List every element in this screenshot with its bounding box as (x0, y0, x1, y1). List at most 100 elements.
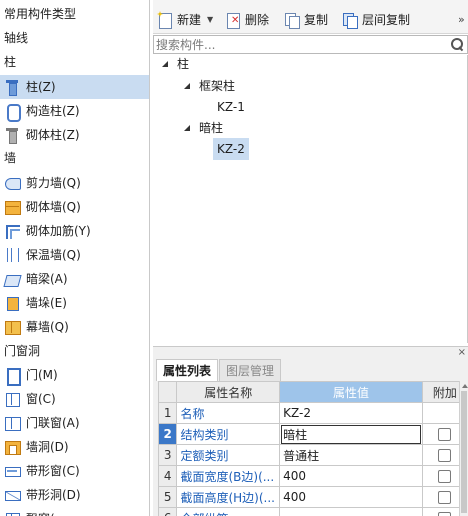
type-item-label: 带形洞(D) (26, 488, 81, 502)
type-item-window[interactable]: 窗(C) (0, 387, 149, 411)
column-header-name[interactable]: 属性名称 (176, 381, 281, 403)
tree-leaf-kz2[interactable]: KZ-2 (213, 138, 249, 160)
tree-node-label: 暗柱 (199, 121, 224, 135)
group-common-types[interactable]: 常用构件类型 (4, 4, 76, 24)
new-label: 新建 (177, 13, 202, 27)
property-value[interactable]: 400 (279, 486, 423, 508)
property-name: 结构类别 (176, 423, 281, 445)
curtain-wall-icon (4, 319, 21, 335)
collapse-arrow-icon[interactable] (183, 124, 191, 132)
constructional-column-icon (4, 103, 21, 122)
floor-copy-button[interactable]: 层间复制 (342, 10, 410, 30)
row-number: 1 (157, 402, 178, 424)
property-value[interactable]: KZ-2 (279, 402, 423, 424)
chevron-down-icon[interactable]: ▼ (207, 10, 213, 30)
additional-checkbox[interactable] (438, 512, 452, 516)
close-icon[interactable]: × (458, 348, 466, 358)
type-item-label: 剪力墙(Q) (26, 176, 81, 190)
search-input[interactable] (156, 36, 446, 53)
type-item-label: 保温墙(Q) (26, 248, 81, 262)
type-item-label: 飘窗(... (26, 507, 66, 516)
toolbar-overflow-button[interactable]: » (458, 10, 465, 30)
strip-window-icon (4, 463, 21, 479)
table-row[interactable]: 4 截面宽度(B边)(... 400 (157, 465, 468, 487)
type-item-constructional-column[interactable]: 构造柱(Z) (0, 99, 149, 123)
new-icon (157, 12, 173, 29)
tree-leaf-kz1[interactable]: KZ-1 (217, 96, 245, 118)
table-row[interactable]: 6 全部纵筋 (157, 507, 468, 516)
search-icon[interactable] (451, 38, 464, 51)
column-icon (4, 79, 20, 96)
type-item-shear-wall[interactable]: 剪力墙(Q) (0, 171, 149, 195)
row-number: 3 (157, 444, 178, 466)
delete-label: 删除 (245, 13, 270, 27)
tree-node-label: 框架柱 (199, 79, 236, 93)
type-item-strip-window[interactable]: 带形窗(C) (0, 459, 149, 483)
additional-checkbox[interactable] (438, 470, 452, 483)
property-value[interactable]: 暗柱 (279, 423, 423, 445)
tree-node-column[interactable]: 柱 (161, 53, 189, 75)
group-wall[interactable]: 墙 (4, 148, 16, 168)
type-item-label: 墙垛(E) (26, 296, 67, 310)
wall-opening-icon (4, 439, 21, 455)
property-value[interactable]: 普通柱 (279, 444, 423, 466)
type-item-door-window[interactable]: 门联窗(A) (0, 411, 149, 435)
new-button[interactable]: 新建 ▼ (157, 10, 213, 30)
type-item-label: 门(M) (26, 368, 58, 382)
component-toolbar: 新建 ▼ 删除 复制 层间复制 » (153, 0, 468, 34)
type-item-insulation-wall[interactable]: 保温墙(Q) (0, 243, 149, 267)
type-item-hidden-beam[interactable]: 暗梁(A) (0, 267, 149, 291)
group-door-window-opening[interactable]: 门窗洞 (4, 341, 40, 361)
floor-copy-icon (342, 12, 358, 29)
collapse-arrow-icon[interactable] (183, 82, 191, 90)
property-value[interactable]: 400 (279, 465, 423, 487)
floor-copy-label: 层间复制 (362, 13, 411, 27)
additional-checkbox[interactable] (438, 428, 452, 441)
type-item-label: 构造柱(Z) (26, 104, 80, 118)
type-item-strip-opening[interactable]: 带形洞(D) (0, 483, 149, 507)
search-box (153, 35, 468, 54)
property-name: 定额类别 (176, 444, 281, 466)
table-row[interactable]: 3 定额类别 普通柱 (157, 444, 468, 466)
door-window-icon (4, 415, 21, 431)
copy-label: 复制 (304, 13, 329, 27)
type-item-masonry-rebar[interactable]: 砌体加筋(Y) (0, 219, 149, 243)
property-panel: × 属性列表 图层管理 属性名称 属性值 附加 1 名称 KZ-2 2 结构类别… (153, 346, 468, 516)
type-item-wall-pier[interactable]: 墙垛(E) (0, 291, 149, 315)
type-item-masonry-wall[interactable]: 砌体墙(Q) (0, 195, 149, 219)
wall-pier-icon (4, 295, 20, 311)
property-value[interactable] (279, 507, 423, 516)
type-item-column[interactable]: 柱(Z) (0, 75, 149, 99)
type-item-wall-opening[interactable]: 墙洞(D) (0, 435, 149, 459)
copy-button[interactable]: 复制 (284, 10, 328, 30)
type-item-door[interactable]: 门(M) (0, 363, 149, 387)
masonry-rebar-icon (4, 223, 20, 239)
type-item-label: 砌体墙(Q) (26, 200, 81, 214)
table-row[interactable]: 2 结构类别 暗柱 (157, 423, 468, 445)
type-item-label: 幕墙(Q) (26, 320, 69, 334)
table-row[interactable]: 1 名称 KZ-2 (157, 402, 468, 424)
type-item-curtain-wall[interactable]: 幕墙(Q) (0, 315, 149, 339)
type-item-masonry-column[interactable]: 砌体柱(Z) (0, 123, 149, 147)
scrollbar-thumb[interactable] (461, 391, 467, 513)
tab-layer-management[interactable]: 图层管理 (219, 359, 282, 381)
group-axis[interactable]: 轴线 (4, 28, 28, 48)
vertical-scrollbar[interactable] (459, 381, 468, 516)
column-header-value[interactable]: 属性值 (279, 381, 423, 403)
collapse-arrow-icon[interactable] (161, 60, 169, 68)
additional-checkbox[interactable] (438, 449, 452, 462)
property-table: 属性名称 属性值 附加 1 名称 KZ-2 2 结构类别 暗柱 3 定额类别 普… (157, 381, 468, 516)
masonry-column-icon (4, 127, 20, 144)
insulation-wall-icon (4, 247, 20, 263)
component-type-panel: 常用构件类型 轴线 柱 柱(Z) 构造柱(Z) 砌体柱(Z) 墙 剪力墙(Q) … (0, 0, 150, 516)
tree-node-label: 柱 (177, 57, 190, 71)
delete-button[interactable]: 删除 (225, 10, 269, 30)
tab-property-list[interactable]: 属性列表 (156, 359, 219, 381)
type-item-label: 墙洞(D) (26, 440, 69, 454)
tree-node-frame-column[interactable]: 框架柱 (183, 75, 235, 97)
type-item-bay-window[interactable]: 飘窗(... (0, 507, 149, 516)
additional-checkbox[interactable] (438, 491, 452, 504)
table-row[interactable]: 5 截面高度(H边)(... 400 (157, 486, 468, 508)
group-column[interactable]: 柱 (4, 52, 16, 72)
tree-node-hidden-column[interactable]: 暗柱 (183, 117, 223, 139)
